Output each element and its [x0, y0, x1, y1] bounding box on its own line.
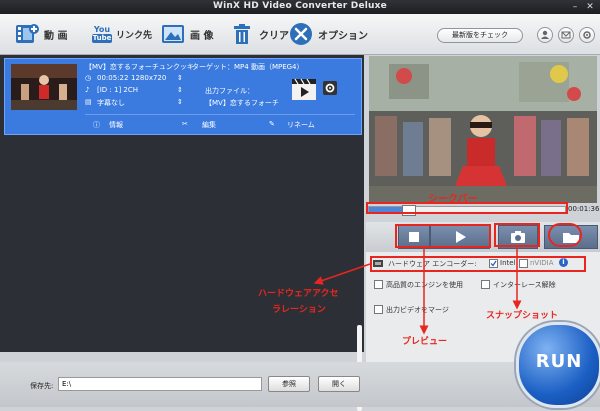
film-plus-icon — [14, 21, 40, 47]
info-icon[interactable]: ⓘ — [93, 120, 100, 130]
settings-icon[interactable] — [579, 27, 595, 43]
hw-accel-annotation-2: ラレーション — [272, 305, 326, 315]
gear-icon[interactable] — [323, 81, 337, 95]
divider — [85, 114, 355, 115]
format-settings-icon[interactable] — [291, 77, 319, 101]
close-icon[interactable]: ✕ — [585, 2, 595, 12]
wrench-icon — [288, 21, 314, 47]
rename-icon[interactable]: ✎ — [269, 120, 275, 128]
window-title: WinX HD Video Converter Deluxe — [213, 1, 387, 11]
mail-icon[interactable] — [558, 27, 574, 43]
file-list-item[interactable]: 【MV】恋するフォーチュンクッキ ターゲット：MP4 動画（MPEG4） ◷ 0… — [4, 58, 362, 135]
audio-track-select[interactable]: [ID : 1] 2CH — [97, 86, 138, 94]
dropdown-arrow-icon[interactable]: ⇕ — [177, 98, 183, 106]
edit-button[interactable]: 編集 — [202, 120, 216, 130]
run-button[interactable]: RUN — [516, 322, 600, 408]
playback-highlight-box — [395, 224, 491, 248]
hw-accel-highlight-box — [370, 256, 586, 272]
dropdown-arrow-icon[interactable]: ⇕ — [177, 86, 183, 94]
options-button[interactable]: オプション — [288, 20, 368, 48]
target-format: ターゲット：MP4 動画（MPEG4） — [192, 63, 304, 71]
add-image-label: 画 像 — [190, 30, 214, 42]
merge-label: 出力ビデオをマージ — [386, 306, 449, 314]
toolbar: 動 画 You Tube リンク先 画 像 クリア オプション 最新版をチェック — [0, 14, 600, 55]
minimize-icon[interactable]: – — [570, 2, 580, 12]
youtube-link-button[interactable]: You Tube リンク先 — [91, 20, 153, 48]
save-location-label: 保存先: — [30, 382, 54, 390]
youtube-badge-top: You — [93, 25, 111, 34]
user-icon[interactable] — [537, 27, 553, 43]
snapshot-highlight-box — [494, 223, 540, 247]
title-bar: WinX HD Video Converter Deluxe – ✕ — [0, 0, 600, 14]
output-file-label: 出力ファイル： — [205, 87, 254, 95]
video-thumbnail — [11, 64, 77, 110]
bottom-bar: 保存先: 参照 開く — [0, 362, 600, 407]
trash-icon — [229, 21, 255, 47]
check-update-button[interactable]: 最新版をチェック — [437, 28, 523, 43]
output-file-name: 【MV】恋するフォーチ — [205, 99, 279, 107]
add-video-label: 動 画 — [44, 30, 68, 42]
options-label: オプション — [318, 30, 368, 42]
high-quality-checkbox[interactable] — [374, 280, 383, 289]
rename-button[interactable]: リネーム — [287, 120, 315, 130]
subtitle-select[interactable]: 字幕なし — [97, 98, 125, 108]
video-duration: 00:05:22 — [97, 74, 129, 82]
merge-checkbox[interactable] — [374, 305, 383, 314]
preview-annotation: プレビュー — [402, 337, 448, 347]
subtitle-icon: ▤ — [85, 98, 92, 106]
deinterlace-label: インターレース解除 — [493, 281, 556, 289]
video-resolution: 1280x720 — [131, 74, 167, 82]
clear-label: クリア — [259, 30, 289, 42]
youtube-badge-bottom: Tube — [91, 34, 113, 43]
video-title: 【MV】恋するフォーチュンクッキ — [85, 63, 194, 71]
snapshot-annotation: スナップショット — [486, 311, 559, 321]
scissors-icon[interactable]: ✂ — [182, 120, 188, 128]
seekbar-annotation: シークバー — [428, 194, 478, 205]
dropdown-arrow-icon[interactable]: ⇕ — [177, 74, 183, 82]
browse-button[interactable]: 参照 — [268, 376, 310, 392]
youtube-icon: You Tube — [91, 21, 113, 47]
clock-icon: ◷ — [85, 74, 92, 82]
add-video-button[interactable]: 動 画 — [14, 20, 67, 48]
info-button[interactable]: 情報 — [109, 120, 123, 130]
link-label: リンク先 — [116, 30, 153, 41]
open-button[interactable]: 開く — [318, 376, 360, 392]
folder-highlight-circle — [548, 223, 582, 247]
speaker-icon: ♪ — [85, 86, 90, 94]
run-label: RUN — [535, 351, 583, 372]
image-icon — [160, 21, 186, 47]
high-quality-label: 高品質のエンジンを使用 — [386, 281, 463, 289]
video-preview — [369, 56, 597, 203]
save-path-input[interactable] — [58, 377, 262, 391]
hw-accel-annotation-1: ハードウェアアクセ — [258, 289, 339, 299]
clear-button[interactable]: クリア — [229, 20, 289, 48]
add-image-button[interactable]: 画 像 — [160, 20, 213, 48]
playback-time: 00:01:36 — [568, 205, 600, 213]
deinterlace-checkbox[interactable] — [481, 280, 490, 289]
